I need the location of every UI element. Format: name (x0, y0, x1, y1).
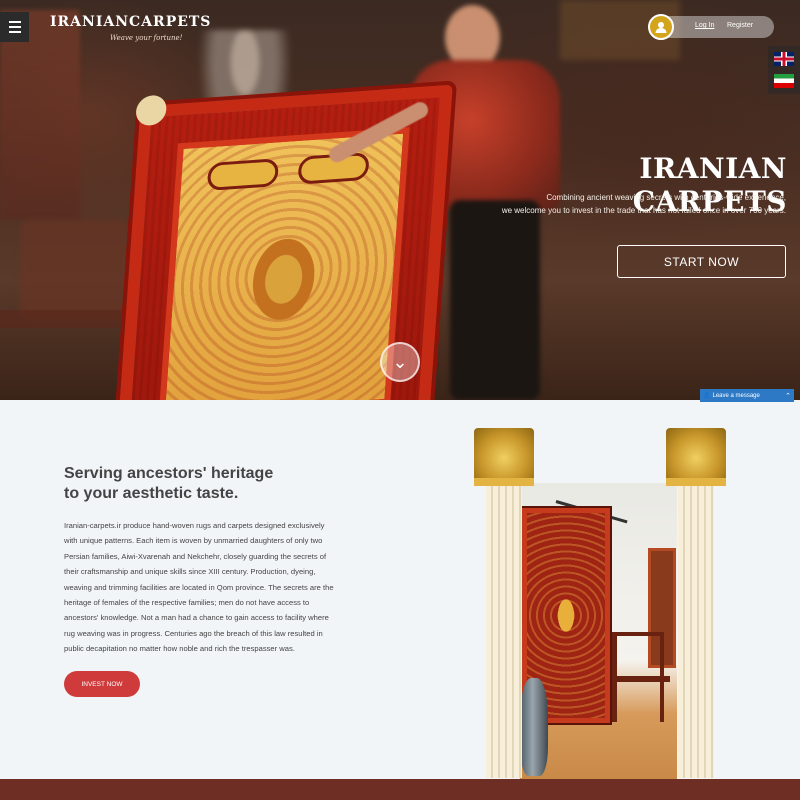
user-icon[interactable] (648, 14, 674, 40)
section-body-text: Iranian-carpets.ir produce hand-woven ru… (64, 521, 334, 654)
wooden-chair (612, 632, 670, 722)
scroll-down-button[interactable]: ⌄ (380, 342, 420, 382)
footer-bar (0, 779, 800, 800)
chevron-up-icon[interactable]: ⌃ (785, 392, 791, 400)
section-heading: Serving ancestors' heritage to your aest… (64, 465, 274, 502)
logo-name: IRANIANCARPETS (50, 14, 212, 30)
hamburger-icon (8, 21, 21, 23)
iran-flag-icon[interactable] (774, 74, 794, 88)
start-now-button[interactable]: START NOW (617, 245, 786, 278)
golden-column-left (474, 428, 534, 778)
invest-now-button[interactable]: INVEST NOW (64, 671, 140, 697)
leave-message-label: Leave a message (712, 392, 760, 399)
logo-tagline: Weave your fortune! (110, 34, 183, 42)
golden-column-right (666, 428, 726, 778)
leave-message-widget[interactable]: 👤 Leave a message ⌃ (700, 389, 794, 402)
chevron-down-icon: ⌄ (392, 352, 408, 372)
site-logo[interactable]: IRANIANCARPETS Weave your fortune! (50, 14, 211, 42)
menu-button[interactable] (0, 12, 29, 42)
uk-flag-icon[interactable] (774, 52, 794, 66)
hero-subtitle: Combining ancient weaving secrets with c… (501, 193, 786, 215)
background-chair (20, 220, 130, 320)
register-link[interactable]: Register (727, 22, 753, 29)
person-icon: 👤 (703, 393, 711, 399)
login-link[interactable]: Log In (695, 22, 714, 29)
